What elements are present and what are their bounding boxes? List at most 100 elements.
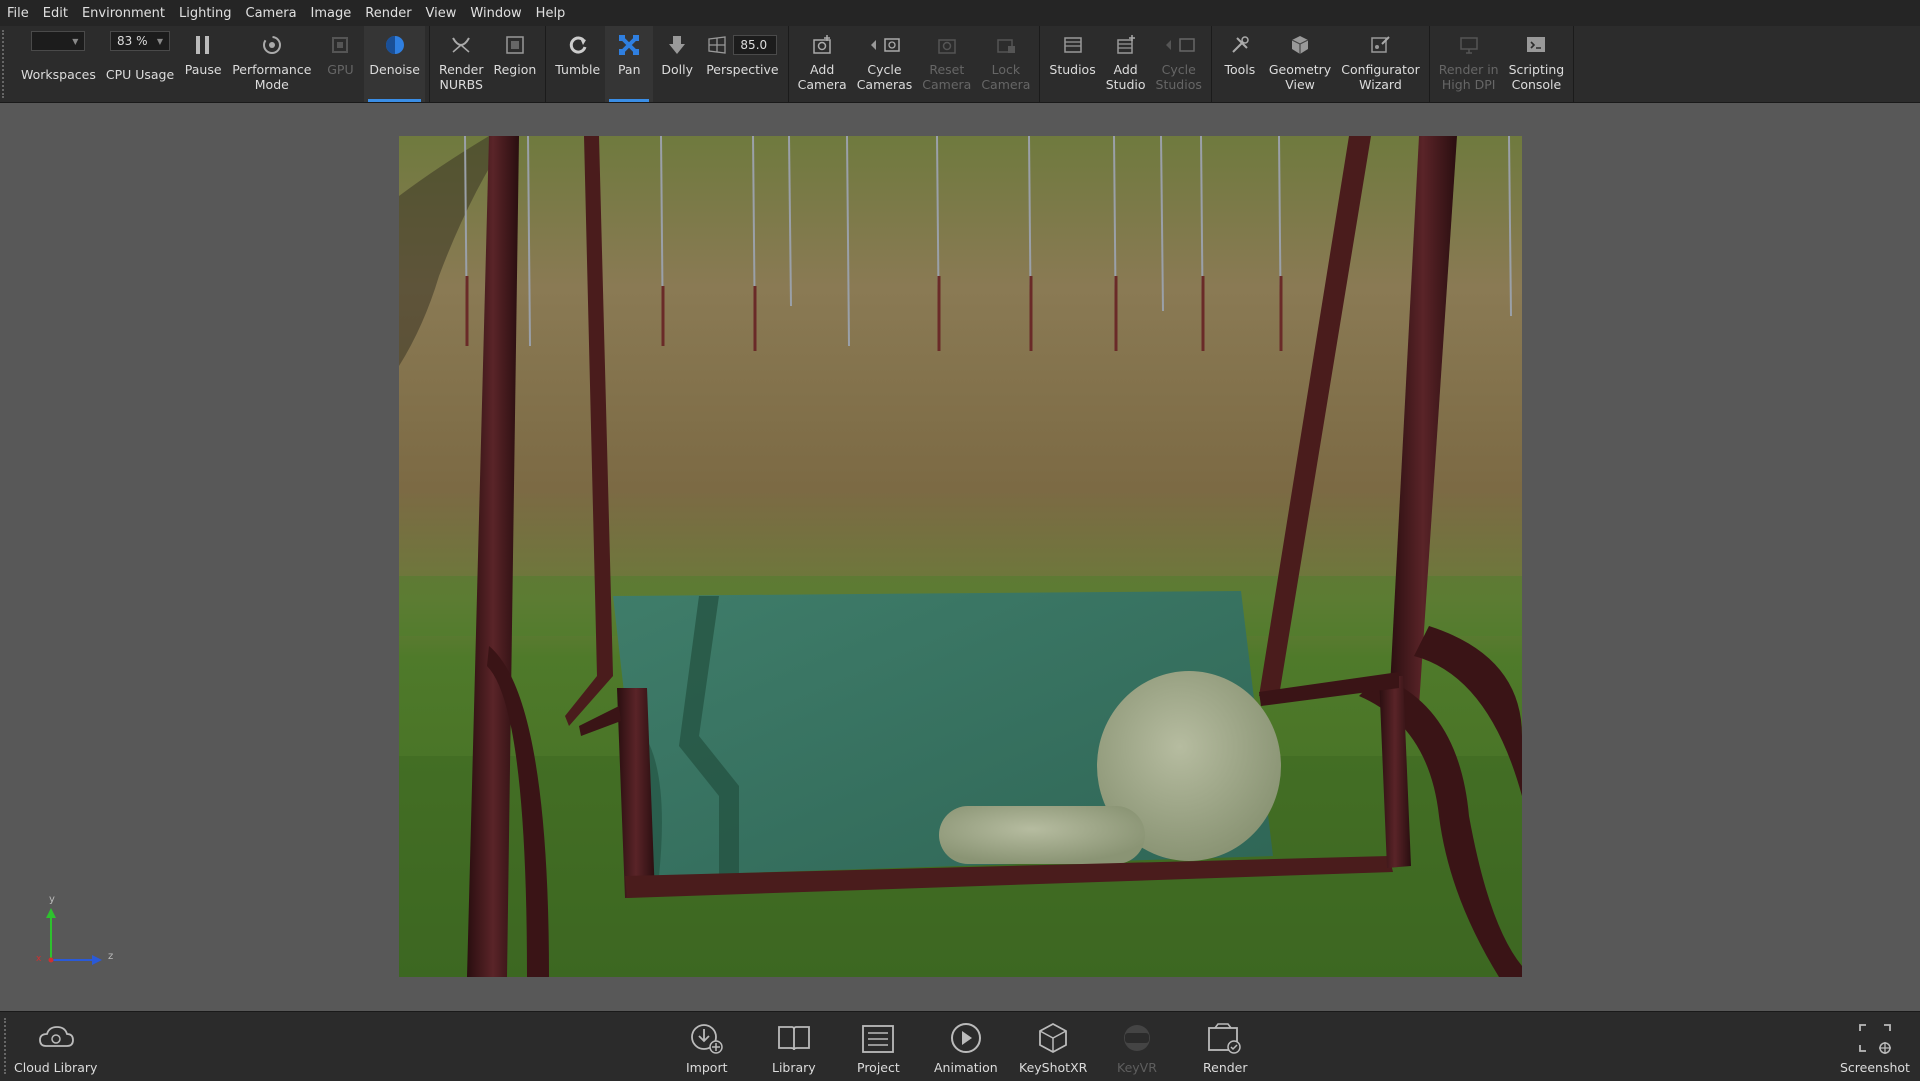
cycle-studios-button[interactable]: Cycle Studios: [1151, 26, 1207, 102]
workspaces-label: Workspaces: [21, 67, 96, 82]
render-viewport[interactable]: [399, 136, 1522, 977]
geometry-view-label: Geometry View: [1268, 62, 1332, 92]
performance-label: Performance Mode: [232, 62, 312, 92]
library-label: Library: [772, 1060, 816, 1075]
add-studio-button[interactable]: Add Studio: [1101, 26, 1151, 102]
cpu-usage-control[interactable]: 83 % ▼ CPU Usage: [101, 26, 179, 102]
toolbar-drag-handle[interactable]: [2, 30, 6, 98]
tumble-button[interactable]: Tumble: [550, 26, 605, 102]
studios-button[interactable]: Studios: [1044, 26, 1100, 102]
perspective-icon: [708, 36, 727, 54]
dolly-button[interactable]: Dolly: [653, 26, 701, 102]
reset-camera-button[interactable]: Reset Camera: [917, 26, 976, 102]
configurator-wizard-button[interactable]: Configurator Wizard: [1336, 26, 1425, 102]
cpu-usage-label: CPU Usage: [105, 67, 175, 82]
pause-icon: [186, 30, 220, 60]
studios-label: Studios: [1049, 62, 1096, 77]
configurator-icon: [1363, 30, 1397, 60]
render-icon: [1206, 1020, 1244, 1056]
dolly-icon: [660, 30, 694, 60]
project-icon: [859, 1020, 897, 1056]
keyvr-icon: [1118, 1020, 1156, 1056]
menu-camera[interactable]: Camera: [239, 6, 304, 21]
scripting-console-button[interactable]: Scripting Console: [1504, 26, 1570, 102]
gpu-label: GPU: [327, 62, 354, 77]
keyvr-button[interactable]: KeyVR: [1117, 1020, 1157, 1075]
perspective-label: Perspective: [706, 62, 779, 77]
region-button[interactable]: Region: [488, 26, 541, 102]
workspaces-select[interactable]: ▼: [31, 31, 86, 51]
menu-window[interactable]: Window: [463, 6, 528, 21]
reset-camera-icon: [930, 30, 964, 60]
cloud-library-label: Cloud Library: [14, 1060, 98, 1075]
menu-render[interactable]: Render: [358, 6, 418, 21]
lock-camera-label: Lock Camera: [981, 62, 1031, 92]
toolbar-group-workspace: ▼ Workspaces 83 % ▼ CPU Usage Pause Perfo…: [12, 26, 430, 102]
render-nurbs-label: Render NURBS: [438, 62, 484, 92]
library-button[interactable]: Library: [772, 1020, 816, 1075]
cycle-studios-icon: [1162, 30, 1196, 60]
screenshot-button[interactable]: Screenshot: [1840, 1020, 1910, 1075]
tumble-icon: [561, 30, 595, 60]
lock-camera-icon: [989, 30, 1023, 60]
pan-button[interactable]: Pan: [605, 26, 654, 102]
add-studio-label: Add Studio: [1105, 62, 1146, 92]
import-icon: [688, 1020, 726, 1056]
render-label: Render: [1203, 1060, 1248, 1075]
lock-camera-button[interactable]: Lock Camera: [976, 26, 1035, 102]
performance-icon: [255, 30, 289, 60]
cpu-usage-field[interactable]: 83 % ▼: [110, 31, 171, 51]
add-camera-button[interactable]: Add Camera: [793, 26, 852, 102]
menu-help[interactable]: Help: [529, 6, 573, 21]
geometry-view-button[interactable]: Geometry View: [1264, 26, 1336, 102]
menu-file[interactable]: File: [0, 6, 36, 21]
dolly-label: Dolly: [661, 62, 694, 77]
gpu-icon: [323, 30, 357, 60]
render-high-dpi-label: Render in High DPI: [1438, 62, 1499, 92]
keyshotxr-button[interactable]: KeyShotXR: [1019, 1020, 1087, 1075]
perspective-control[interactable]: 85.0 Perspective: [701, 26, 783, 102]
project-button[interactable]: Project: [857, 1020, 900, 1075]
workspaces-dropdown[interactable]: ▼ Workspaces: [16, 26, 101, 102]
menu-environment[interactable]: Environment: [75, 6, 172, 21]
menu-edit[interactable]: Edit: [36, 6, 75, 21]
menu-view[interactable]: View: [419, 6, 464, 21]
import-button[interactable]: Import: [686, 1020, 728, 1075]
axis-z-label: z: [108, 951, 114, 962]
menu-image[interactable]: Image: [304, 6, 359, 21]
pan-icon: [612, 30, 646, 60]
axis-y-label: y: [49, 894, 55, 905]
keyshotxr-label: KeyShotXR: [1019, 1060, 1088, 1075]
animation-label: Animation: [934, 1060, 998, 1075]
keyshotxr-icon: [1034, 1020, 1072, 1056]
denoise-button[interactable]: Denoise: [364, 26, 425, 102]
scene-render-image: [399, 136, 1522, 977]
render-high-dpi-button[interactable]: Render in High DPI: [1434, 26, 1504, 102]
toolbar-group-tools: Tools Geometry View Configurator Wizard: [1212, 26, 1430, 102]
pause-button[interactable]: Pause: [179, 26, 227, 102]
reset-camera-label: Reset Camera: [922, 62, 972, 92]
region-label: Region: [493, 62, 537, 77]
animation-button[interactable]: Animation: [934, 1020, 998, 1075]
toolbar-group-display: Render in High DPI Scripting Console: [1430, 26, 1575, 102]
toolbar-group-navigation: Tumble Pan Dolly 85.0 Perspective: [546, 26, 789, 102]
render-button[interactable]: Render: [1203, 1020, 1248, 1075]
geometry-view-icon: [1283, 30, 1317, 60]
bottom-drag-handle[interactable]: [4, 1018, 8, 1074]
performance-mode-button[interactable]: Performance Mode: [227, 26, 316, 102]
cloud-library-button[interactable]: Cloud Library: [14, 1020, 97, 1075]
library-icon: [775, 1020, 813, 1056]
monitor-icon: [1452, 30, 1486, 60]
add-camera-icon: [805, 30, 839, 60]
animation-icon: [947, 1020, 985, 1056]
pan-label: Pan: [617, 62, 641, 77]
render-nurbs-button[interactable]: Render NURBS: [434, 26, 489, 102]
bottom-toolbar: Cloud Library Import Library Project Ani…: [0, 1011, 1920, 1081]
menu-lighting[interactable]: Lighting: [172, 6, 239, 21]
tools-button[interactable]: Tools: [1216, 26, 1264, 102]
toolbar-group-studio: Studios Add Studio Cycle Studios: [1040, 26, 1212, 102]
perspective-field[interactable]: 85.0: [733, 35, 778, 55]
gpu-button[interactable]: GPU: [316, 26, 364, 102]
cycle-studios-label: Cycle Studios: [1155, 62, 1202, 92]
cycle-cameras-button[interactable]: Cycle Cameras: [852, 26, 918, 102]
